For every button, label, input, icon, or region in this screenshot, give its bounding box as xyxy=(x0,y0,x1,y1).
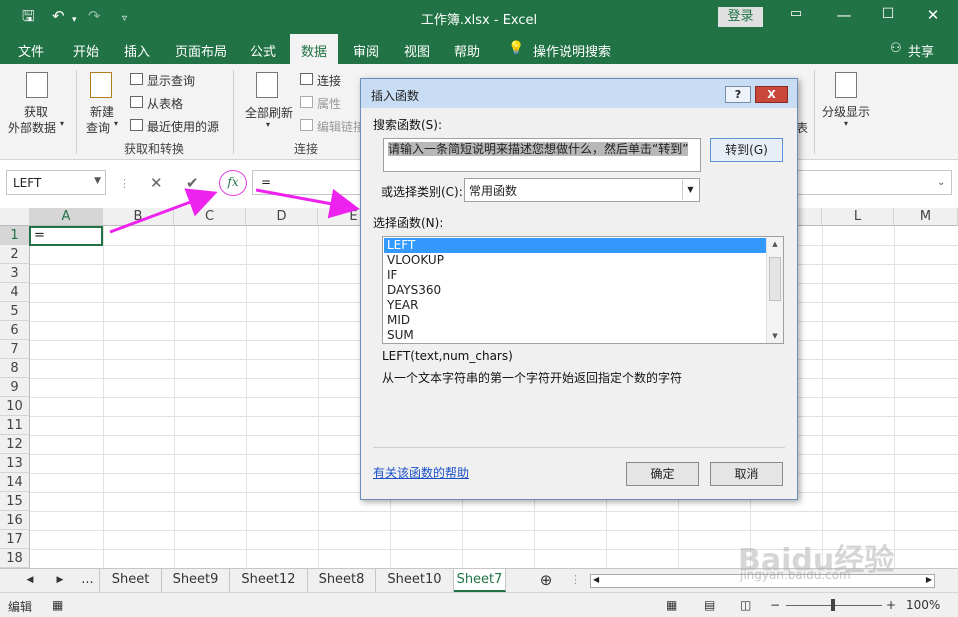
scroll-up-icon[interactable]: ▲ xyxy=(767,237,783,251)
select-function-label: 选择函数(N): xyxy=(373,216,444,230)
sheet-tab-active[interactable]: Sheet7 xyxy=(454,569,506,592)
scroll-right-icon[interactable]: ▶ xyxy=(926,575,932,584)
goto-button[interactable]: 转到(G) xyxy=(710,138,783,162)
zoom-in-icon[interactable]: + xyxy=(886,598,896,612)
tab-splitter-icon[interactable]: ⋮ xyxy=(570,569,581,592)
search-function-text: 请输入一条简短说明来描述您想做什么，然后单击“转到” xyxy=(388,142,689,156)
function-description: 从一个文本字符串的第一个字符开始返回指定个数的字符 xyxy=(382,371,683,385)
status-mode: 编辑 xyxy=(8,600,33,614)
dialog-close-button[interactable]: X xyxy=(755,86,788,103)
watermark-url: jingyan.baidu.com xyxy=(740,568,851,582)
category-label: 或选择类别(C): xyxy=(381,185,463,199)
prev-sheet-icon[interactable]: ◀ xyxy=(22,569,38,592)
sheet-tab-more[interactable]: ... xyxy=(76,569,100,592)
sheet-tab[interactable]: Sheet9 xyxy=(162,569,230,592)
sheet-tab[interactable]: Sheet10 xyxy=(376,569,454,592)
dialog-help-button[interactable]: ? xyxy=(725,86,751,103)
status-bar: 编辑 ▦ ▦ ▤ ◫ − + 100% xyxy=(0,592,958,617)
scroll-down-icon[interactable]: ▼ xyxy=(767,329,783,343)
page-layout-view-icon[interactable]: ▤ xyxy=(704,598,715,612)
function-item[interactable]: MID xyxy=(384,313,766,328)
chevron-down-icon[interactable]: ▼ xyxy=(682,180,698,200)
zoom-level[interactable]: 100% xyxy=(906,598,940,612)
cancel-button[interactable]: 取消 xyxy=(710,462,783,486)
scroll-left-icon[interactable]: ◀ xyxy=(593,575,599,584)
dialog-title: 插入函数 xyxy=(371,89,420,103)
page-break-view-icon[interactable]: ◫ xyxy=(740,598,751,612)
scrollbar-thumb[interactable] xyxy=(769,257,781,301)
function-item[interactable]: SUM xyxy=(384,328,766,343)
search-function-input[interactable]: 请输入一条简短说明来描述您想做什么，然后单击“转到” xyxy=(383,138,701,172)
zoom-out-icon[interactable]: − xyxy=(770,598,780,612)
function-list[interactable]: LEFT VLOOKUP IF DAYS360 YEAR MID SUM ▲ ▼ xyxy=(382,236,784,344)
insert-function-dialog: 插入函数 ? X 搜索函数(S): 请输入一条简短说明来描述您想做什么，然后单击… xyxy=(360,78,798,500)
function-signature: LEFT(text,num_chars) xyxy=(382,349,513,363)
function-item-selected[interactable]: LEFT xyxy=(384,238,766,253)
add-sheet-icon[interactable]: ⊕ xyxy=(536,569,556,592)
function-help-link[interactable]: 有关该函数的帮助 xyxy=(373,464,469,481)
sheet-tab[interactable]: Sheet xyxy=(100,569,162,592)
function-item[interactable]: IF xyxy=(384,268,766,283)
function-item[interactable]: VLOOKUP xyxy=(384,253,766,268)
annotation-arrow-1 xyxy=(109,188,218,234)
dialog-title-bar[interactable]: 插入函数 ? X xyxy=(361,79,797,108)
sheet-tab[interactable]: Sheet12 xyxy=(230,569,308,592)
function-item[interactable]: YEAR xyxy=(384,298,766,313)
category-select[interactable]: 常用函数 ▼ xyxy=(464,178,700,202)
normal-view-icon[interactable]: ▦ xyxy=(666,598,677,612)
category-value: 常用函数 xyxy=(469,184,518,198)
ok-button[interactable]: 确定 xyxy=(626,462,699,486)
sheet-tab[interactable]: Sheet8 xyxy=(308,569,376,592)
annotation-arrow-2 xyxy=(255,188,360,219)
zoom-slider-thumb[interactable] xyxy=(831,599,835,611)
macro-record-icon[interactable]: ▦ xyxy=(52,598,63,612)
search-function-label: 搜索函数(S): xyxy=(373,118,443,132)
function-list-scrollbar[interactable]: ▲ ▼ xyxy=(766,237,783,343)
dialog-divider xyxy=(373,447,785,448)
next-sheet-icon[interactable]: ▶ xyxy=(52,569,68,592)
function-item[interactable]: DAYS360 xyxy=(384,283,766,298)
